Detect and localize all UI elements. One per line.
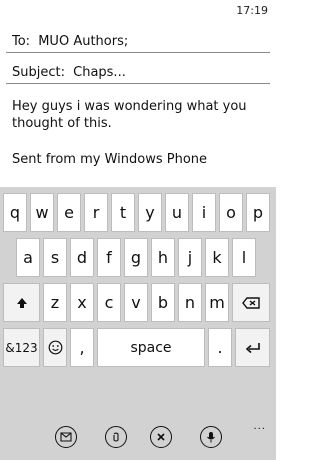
key-p[interactable]: p (246, 193, 270, 232)
enter-icon (245, 342, 260, 353)
key-g[interactable]: g (124, 238, 148, 277)
key-a[interactable]: a (16, 238, 40, 277)
status-bar: 17:19 (0, 0, 276, 22)
attach-icon (113, 432, 119, 442)
key-b[interactable]: b (151, 283, 175, 322)
symbols-key[interactable]: &123 (3, 328, 40, 367)
delete-button[interactable] (150, 426, 172, 448)
shift-arrow-icon (16, 297, 27, 308)
to-divider (6, 52, 270, 53)
key-l[interactable]: l (232, 238, 256, 277)
subject-field[interactable]: Subject: Chaps... (0, 62, 276, 84)
key-t[interactable]: t (111, 193, 135, 232)
message-body[interactable]: Hey guys i was wondering what you though… (12, 98, 264, 132)
key-j[interactable]: j (178, 238, 202, 277)
signature[interactable]: Sent from my Windows Phone (12, 152, 207, 167)
key-m[interactable]: m (205, 283, 229, 322)
key-q[interactable]: q (3, 193, 27, 232)
key-h[interactable]: h (151, 238, 175, 277)
to-label: To: (12, 34, 31, 49)
key-f[interactable]: f (97, 238, 121, 277)
key-c[interactable]: c (97, 283, 121, 322)
send-icon (60, 432, 72, 442)
key-e[interactable]: e (57, 193, 81, 232)
to-value[interactable]: MUO Authors; (38, 34, 128, 49)
to-field[interactable]: To: MUO Authors; (0, 31, 276, 53)
key-u[interactable]: u (165, 193, 189, 232)
key-x[interactable]: x (70, 283, 94, 322)
space-key[interactable]: space (97, 328, 205, 367)
more-menu[interactable]: ... (253, 421, 266, 432)
send-button[interactable] (55, 426, 77, 448)
key-r[interactable]: r (84, 193, 108, 232)
subject-value[interactable]: Chaps... (73, 65, 126, 80)
delete-icon (157, 433, 165, 441)
microphone-icon (207, 432, 215, 443)
dictate-button[interactable] (200, 426, 222, 448)
status-time: 17:19 (236, 4, 268, 17)
period-key[interactable]: . (208, 328, 232, 367)
subject-divider (6, 83, 270, 84)
key-o[interactable]: o (219, 193, 243, 232)
key-k[interactable]: k (205, 238, 229, 277)
attach-button[interactable] (105, 426, 127, 448)
key-s[interactable]: s (43, 238, 67, 277)
shift-key[interactable] (3, 283, 40, 322)
comma-key[interactable]: , (70, 328, 94, 367)
key-n[interactable]: n (178, 283, 202, 322)
key-v[interactable]: v (124, 283, 148, 322)
key-y[interactable]: y (138, 193, 162, 232)
key-w[interactable]: w (30, 193, 54, 232)
enter-key[interactable] (235, 328, 270, 367)
emoji-key[interactable] (43, 328, 67, 367)
backspace-key[interactable] (232, 283, 270, 322)
app-bar: ... (0, 419, 276, 460)
key-z[interactable]: z (43, 283, 67, 322)
key-d[interactable]: d (70, 238, 94, 277)
backspace-icon (242, 296, 260, 309)
subject-label: Subject: (12, 65, 65, 80)
key-i[interactable]: i (192, 193, 216, 232)
smiley-icon (48, 340, 62, 355)
